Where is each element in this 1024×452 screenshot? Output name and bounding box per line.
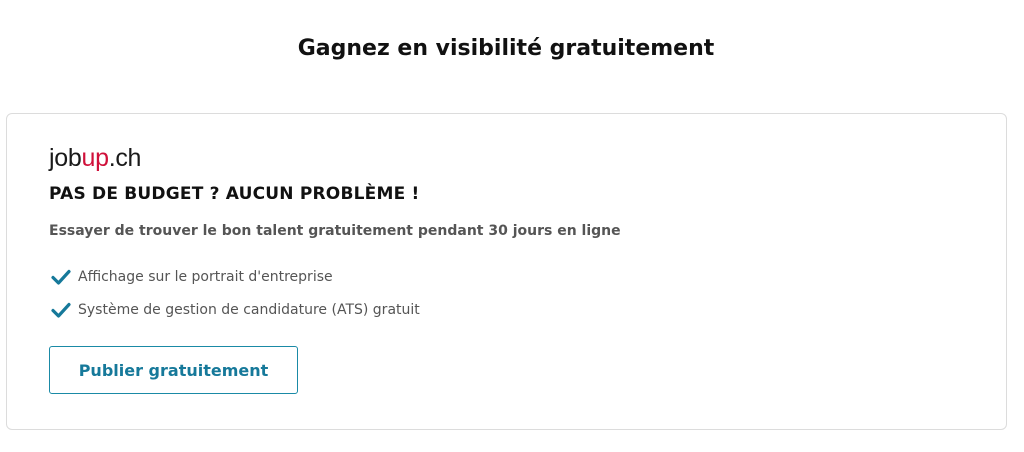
- logo-text-ch: .ch: [108, 144, 142, 172]
- feature-item: Affichage sur le portrait d'entreprise: [51, 264, 420, 289]
- feature-label: Système de gestion de candidature (ATS) …: [78, 301, 420, 318]
- check-icon: [51, 302, 71, 318]
- feature-item: Système de gestion de candidature (ATS) …: [51, 297, 420, 322]
- feature-label: Affichage sur le portrait d'entreprise: [78, 268, 333, 285]
- free-offer-card: jobup.ch PAS DE BUDGET ? AUCUN PROBLÈME …: [6, 113, 1007, 430]
- feature-list: Affichage sur le portrait d'entreprise S…: [51, 264, 420, 330]
- jobup-logo: jobup.ch: [49, 144, 141, 173]
- logo-text-job: job: [49, 144, 82, 172]
- offer-subline: Essayer de trouver le bon talent gratuit…: [49, 223, 621, 239]
- offer-headline: PAS DE BUDGET ? AUCUN PROBLÈME !: [49, 184, 420, 204]
- logo-text-up: up: [81, 144, 109, 172]
- publish-free-button[interactable]: Publier gratuitement: [49, 346, 298, 394]
- page-title: Gagnez en visibilité gratuitement: [297, 36, 715, 61]
- check-icon: [51, 269, 71, 285]
